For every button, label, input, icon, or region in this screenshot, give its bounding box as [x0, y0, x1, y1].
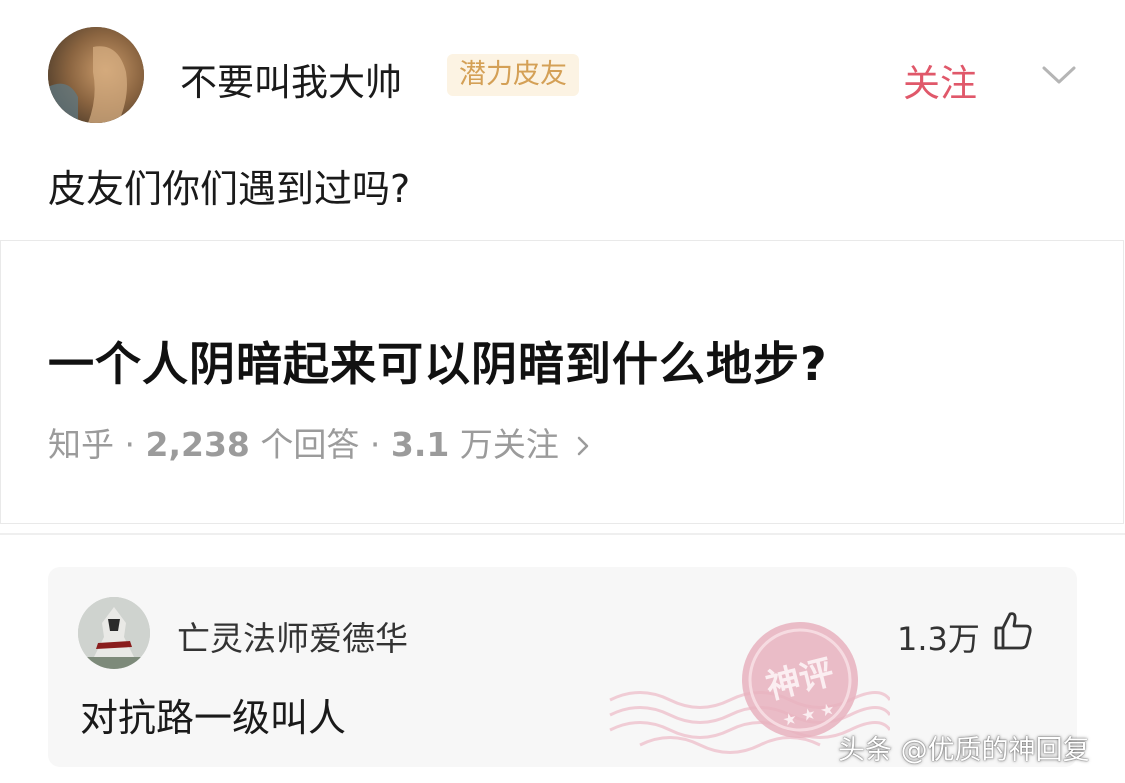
follow-button[interactable]: 关注: [903, 53, 977, 107]
answers-label: 个回答: [260, 425, 360, 464]
meta-separator: ·: [124, 425, 136, 464]
card-source: 知乎: [48, 425, 114, 464]
commenter-avatar[interactable]: [78, 597, 150, 669]
like-count: 1.3万: [897, 620, 980, 658]
commenter-name[interactable]: 亡灵法师爱德华: [177, 612, 408, 660]
meta-separator: ·: [369, 425, 381, 464]
card-title[interactable]: 一个人阴暗起来可以阴暗到什么地步?: [48, 328, 828, 394]
comment-text: 对抗路一级叫人: [80, 696, 347, 740]
watermark: 头条 @优质的神回复: [838, 735, 1090, 766]
chevron-down-icon[interactable]: [1040, 60, 1078, 90]
followers-count: 3.1: [390, 425, 450, 464]
divider: [0, 533, 1125, 535]
answers-count: 2,238: [145, 425, 250, 464]
chevron-right-icon: [575, 427, 591, 466]
author-badge: 潜力皮友: [447, 54, 579, 96]
thumbs-up-icon[interactable]: [990, 608, 1034, 652]
card-meta[interactable]: 知乎 · 2,238 个回答 · 3.1 万关注: [48, 418, 591, 466]
post-text: 皮友们你们遇到过吗?: [48, 167, 411, 211]
followers-label: 万关注: [459, 425, 559, 464]
author-name[interactable]: 不要叫我大帅: [180, 52, 402, 106]
author-avatar[interactable]: [48, 27, 144, 123]
